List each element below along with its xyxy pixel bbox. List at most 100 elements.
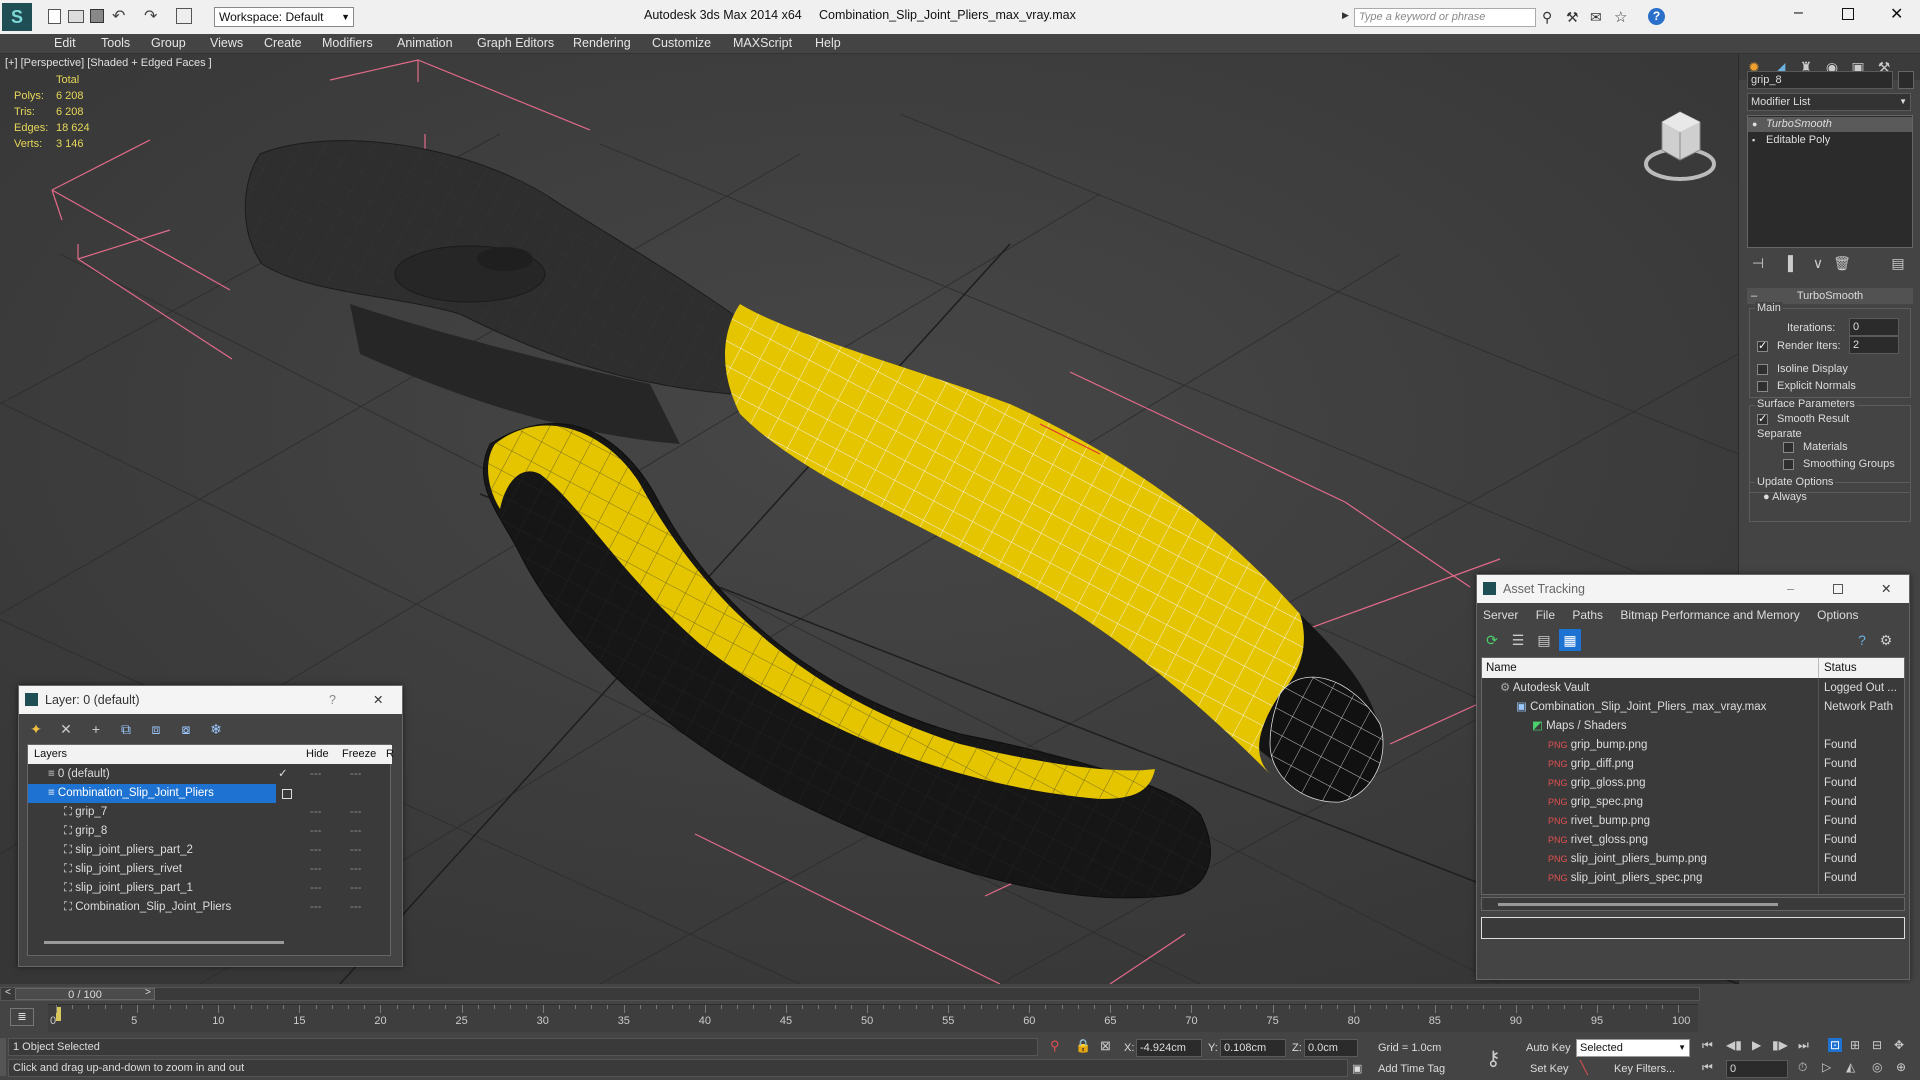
- favorites-star-icon[interactable]: ☆: [1614, 8, 1627, 26]
- z-coordinate-field[interactable]: 0.0cm: [1304, 1039, 1358, 1057]
- materials-checkbox[interactable]: [1783, 442, 1794, 453]
- layer-row-selected[interactable]: ≡ Combination_Slip_Joint_Pliers: [28, 784, 276, 803]
- smoothing-groups-checkbox[interactable]: [1783, 459, 1794, 470]
- key-mode-toggle-icon[interactable]: ⊡: [1828, 1038, 1843, 1052]
- viewport-label[interactable]: [+] [Perspective] [Shaded + Edged Faces …: [5, 57, 212, 69]
- help-button[interactable]: ?: [329, 686, 336, 714]
- asset-window-titlebar[interactable]: Asset Tracking – ✕: [1477, 575, 1909, 603]
- time-slider-right-arrow[interactable]: >: [145, 987, 151, 998]
- absolute-mode-icon[interactable]: ⊠: [1100, 1038, 1111, 1054]
- lightbulb-icon[interactable]: ●: [1752, 117, 1757, 132]
- asset-row[interactable]: PNG slip_joint_pliers_spec.png Found: [1482, 869, 1904, 888]
- list-view-icon[interactable]: ☰: [1507, 629, 1529, 651]
- expand-icon[interactable]: ▪: [1752, 133, 1755, 148]
- layer-object-row[interactable]: ⛶ slip_joint_pliers_part_2 --- ---: [28, 841, 390, 860]
- current-frame-field[interactable]: 0: [1726, 1060, 1788, 1078]
- asset-row[interactable]: PNG slip_joint_pliers_bump.png Found: [1482, 850, 1904, 869]
- time-config-icon[interactable]: ⏱: [1798, 1060, 1807, 1075]
- settings-icon[interactable]: ⚙: [1875, 629, 1897, 651]
- stack-item-editable-poly[interactable]: ▪ Editable Poly: [1748, 133, 1912, 148]
- object-name-field[interactable]: grip_8: [1747, 71, 1893, 89]
- render-iters-spinner[interactable]: 2: [1849, 336, 1899, 354]
- help-icon[interactable]: ?: [1851, 629, 1873, 651]
- asset-row[interactable]: ◩ Maps / Shaders: [1482, 717, 1904, 736]
- menu-bitmap-performance[interactable]: Bitmap Performance and Memory: [1620, 608, 1799, 622]
- menu-views[interactable]: Views: [210, 36, 243, 50]
- column-divider[interactable]: [1818, 658, 1819, 678]
- smooth-result-checkbox[interactable]: [1757, 412, 1768, 425]
- detail-view-icon[interactable]: ▤: [1533, 629, 1555, 651]
- zoom-extents-icon[interactable]: ⊞: [1850, 1038, 1860, 1052]
- play-icon[interactable]: ▶: [1752, 1038, 1761, 1052]
- layer-object-row[interactable]: ⛶ slip_joint_pliers_part_1 --- ---: [28, 879, 390, 898]
- remove-modifier-icon[interactable]: 🗑: [1831, 252, 1853, 274]
- open-file-icon[interactable]: [68, 10, 84, 23]
- field-of-view-icon[interactable]: ◭: [1846, 1060, 1855, 1074]
- x-coordinate-field[interactable]: -4.924cm: [1136, 1039, 1202, 1057]
- redo-icon[interactable]: ↷: [144, 6, 157, 26]
- layer-object-row[interactable]: ⛶ grip_7 --- ---: [28, 803, 390, 822]
- selection-lock-icon[interactable]: 🔒: [1075, 1038, 1091, 1054]
- auto-key-button[interactable]: Auto Key: [1526, 1042, 1571, 1054]
- asset-row[interactable]: PNG grip_gloss.png Found: [1482, 774, 1904, 793]
- close-button[interactable]: ✕: [1890, 4, 1903, 24]
- show-end-result-icon[interactable]: ▐: [1777, 252, 1799, 274]
- go-to-start-icon[interactable]: ⏮: [1702, 1038, 1713, 1053]
- modifier-list-dropdown[interactable]: Modifier List ▼: [1747, 93, 1911, 111]
- menu-server[interactable]: Server: [1483, 608, 1518, 622]
- layer-object-row[interactable]: ⛶ grip_8 --- ---: [28, 822, 390, 841]
- menu-tools[interactable]: Tools: [101, 36, 130, 50]
- pan-view-icon[interactable]: ✥: [1894, 1038, 1904, 1052]
- asset-row[interactable]: PNG grip_bump.png Found: [1482, 736, 1904, 755]
- next-frame-icon[interactable]: ▮▶: [1772, 1038, 1788, 1052]
- time-tag-icon[interactable]: ▣: [1352, 1062, 1362, 1075]
- zoom-region-icon[interactable]: ⊟: [1872, 1038, 1882, 1052]
- delete-layer-icon[interactable]: ✕: [55, 718, 77, 740]
- menu-graph-editors[interactable]: Graph Editors: [477, 36, 554, 50]
- previous-frame-icon[interactable]: ◀▮: [1726, 1038, 1742, 1052]
- asset-row[interactable]: ⚙ Autodesk Vault Logged Out ...: [1482, 679, 1904, 698]
- layer-visibility-checkbox[interactable]: [282, 789, 292, 799]
- layer-object-row[interactable]: ⛶ slip_joint_pliers_rivet --- ---: [28, 860, 390, 879]
- add-time-tag[interactable]: Add Time Tag: [1378, 1063, 1445, 1075]
- render-iters-checkbox[interactable]: [1757, 339, 1768, 352]
- asset-row[interactable]: PNG grip_spec.png Found: [1482, 793, 1904, 812]
- track-bar[interactable]: 0 5 10 15 20 25 30 35 40 45 50 55 60 65 70 75 80 85 90 95 10…: [48, 1004, 1698, 1032]
- search-expand-icon[interactable]: ▶: [1342, 10, 1349, 21]
- time-slider-left-arrow[interactable]: <: [5, 987, 11, 998]
- app-logo-icon[interactable]: S: [2, 3, 32, 31]
- layer-object-row[interactable]: ⛶ Combination_Slip_Joint_Pliers --- ---: [28, 898, 390, 917]
- project-folder-icon[interactable]: [176, 8, 192, 24]
- layer-row[interactable]: ≡ 0 (default) ✓ --- ---: [28, 765, 390, 784]
- horizontal-scrollbar[interactable]: [1481, 897, 1905, 911]
- column-hide[interactable]: Hide: [306, 745, 329, 764]
- active-layer-check-icon[interactable]: ✓: [278, 765, 288, 784]
- save-file-icon[interactable]: [90, 9, 104, 23]
- minimize-button[interactable]: –: [1787, 575, 1794, 603]
- asset-row[interactable]: ▣ Combination_Slip_Joint_Pliers_max_vray…: [1482, 698, 1904, 717]
- close-button[interactable]: ✕: [1881, 575, 1891, 603]
- go-to-end-icon[interactable]: ⏭: [1798, 1038, 1809, 1053]
- menu-rendering[interactable]: Rendering: [573, 36, 631, 50]
- menu-options[interactable]: Options: [1817, 608, 1858, 622]
- asset-row[interactable]: PNG rivet_gloss.png Found: [1482, 831, 1904, 850]
- new-file-icon[interactable]: [48, 9, 61, 24]
- time-slider[interactable]: < 0 / 100 >: [0, 987, 1700, 1001]
- make-unique-icon[interactable]: ∨: [1807, 252, 1829, 274]
- horizontal-scrollbar[interactable]: [44, 941, 284, 944]
- undo-icon[interactable]: ↶: [112, 6, 125, 26]
- key-mode-indicator-icon[interactable]: ╲: [1580, 1060, 1588, 1076]
- menu-group[interactable]: Group: [151, 36, 186, 50]
- object-color-swatch[interactable]: [1898, 71, 1914, 89]
- y-coordinate-field[interactable]: 0.108cm: [1220, 1039, 1286, 1057]
- freeze-all-layers-icon[interactable]: ❄: [205, 718, 227, 740]
- menu-animation[interactable]: Animation: [397, 36, 453, 50]
- curve-editor-icon[interactable]: ≣: [10, 1008, 34, 1026]
- stack-item-turbosmooth[interactable]: ● TurboSmooth: [1748, 117, 1912, 132]
- maximize-button[interactable]: [1842, 8, 1854, 20]
- subscription-icon[interactable]: ⚒: [1566, 9, 1579, 26]
- menu-paths[interactable]: Paths: [1572, 608, 1603, 622]
- minimize-button[interactable]: –: [1794, 4, 1803, 22]
- workspace-dropdown[interactable]: Workspace: Default ▼: [214, 7, 354, 27]
- pin-stack-icon[interactable]: ⊣: [1747, 252, 1769, 274]
